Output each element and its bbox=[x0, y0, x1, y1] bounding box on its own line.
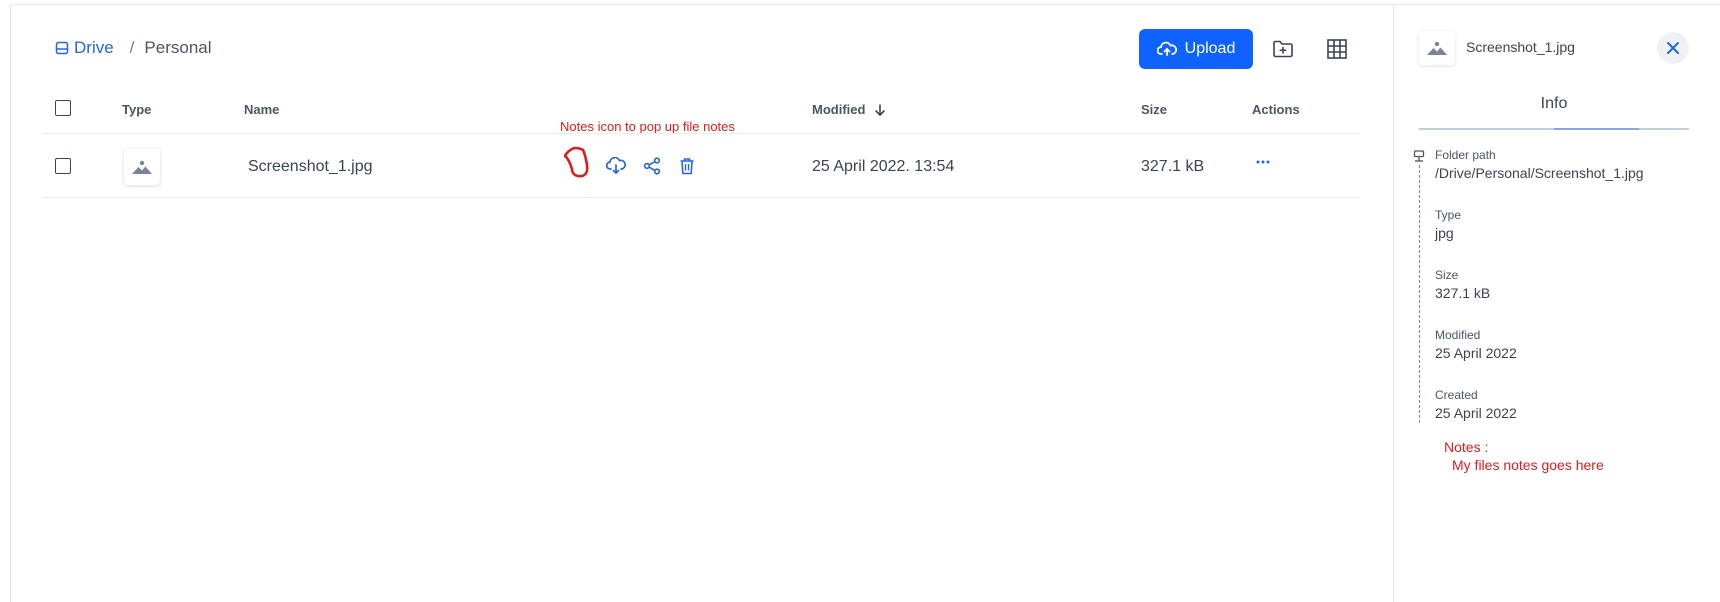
upload-button[interactable]: Upload bbox=[1139, 29, 1253, 69]
type-value: jpg bbox=[1435, 225, 1454, 241]
sort-down-arrow-icon bbox=[875, 103, 886, 116]
header-size: Size bbox=[1141, 102, 1168, 117]
breadcrumb-current: Personal bbox=[144, 38, 212, 57]
cloud-upload-icon bbox=[1156, 41, 1177, 56]
drive-icon bbox=[55, 41, 69, 55]
download-button[interactable] bbox=[604, 154, 628, 178]
modified-value: 25 April 2022 bbox=[1435, 345, 1517, 361]
annotation-circle-icon bbox=[563, 146, 589, 178]
pin-icon bbox=[1413, 150, 1425, 162]
table-row[interactable]: Screenshot_1.jpg 25 April 2022. 13:54 32… bbox=[42, 133, 1360, 198]
info-size: Size 327.1 kB bbox=[1435, 268, 1490, 301]
breadcrumb-drive-label: Drive bbox=[74, 38, 114, 57]
tab-info[interactable]: Info bbox=[1419, 95, 1689, 113]
share-icon bbox=[643, 157, 661, 175]
new-folder-button[interactable] bbox=[1270, 36, 1296, 62]
size-value: 327.1 kB bbox=[1435, 285, 1491, 301]
header-type: Type bbox=[122, 102, 152, 117]
left-divider bbox=[10, 4, 11, 602]
panel-file-name: Screenshot_1.jpg bbox=[1466, 39, 1575, 55]
header-modified[interactable]: Modified bbox=[812, 102, 887, 117]
trash-icon bbox=[680, 158, 694, 175]
row-checkbox[interactable] bbox=[55, 158, 71, 174]
grid-view-icon bbox=[1327, 39, 1347, 59]
info-type: Type jpg bbox=[1435, 208, 1461, 241]
header-name[interactable]: Name bbox=[244, 102, 279, 117]
type-label: Type bbox=[1435, 208, 1462, 222]
created-value: 25 April 2022 bbox=[1435, 405, 1517, 421]
header-actions: Actions bbox=[1252, 102, 1300, 117]
notes-label: Notes : bbox=[1444, 439, 1489, 455]
folder-path-value: /Drive/Personal/Screenshot_1.jpg bbox=[1435, 165, 1644, 181]
more-horizontal-icon bbox=[1256, 160, 1270, 164]
image-icon bbox=[1427, 41, 1447, 55]
delete-button[interactable] bbox=[675, 154, 699, 178]
breadcrumb-drive-link[interactable]: Drive bbox=[55, 38, 114, 58]
panel-divider bbox=[1393, 4, 1394, 602]
close-icon bbox=[1667, 42, 1679, 54]
file-size: 327.1 kB bbox=[1141, 158, 1205, 175]
more-actions-button[interactable] bbox=[1251, 150, 1275, 174]
modified-label: Modified bbox=[1435, 328, 1481, 342]
header-modified-label: Modified bbox=[812, 102, 866, 117]
cloud-download-icon bbox=[606, 157, 626, 174]
share-button[interactable] bbox=[640, 154, 664, 178]
file-manager: Drive / Personal Upload Type Name Modifi… bbox=[0, 0, 1720, 602]
file-modified: 25 April 2022. 13:54 bbox=[812, 158, 955, 175]
file-name[interactable]: Screenshot_1.jpg bbox=[248, 158, 373, 176]
top-divider bbox=[10, 4, 1720, 5]
upload-button-label: Upload bbox=[1184, 40, 1236, 57]
tab-info-underline bbox=[1419, 128, 1689, 130]
created-label: Created bbox=[1435, 388, 1478, 402]
panel-file-thumbnail bbox=[1419, 31, 1455, 65]
info-timeline bbox=[1419, 165, 1420, 423]
info-folder-path: Folder path /Drive/Personal/Screenshot_1… bbox=[1435, 148, 1644, 181]
breadcrumb: Drive / Personal bbox=[55, 38, 212, 58]
image-icon bbox=[132, 160, 152, 174]
notes-annotation-text: Notes icon to pop up file notes bbox=[560, 119, 735, 134]
info-modified: Modified 25 April 2022 bbox=[1435, 328, 1517, 361]
folder-plus-icon bbox=[1273, 40, 1293, 58]
breadcrumb-separator: / bbox=[129, 38, 135, 57]
notes-value: My files notes goes here bbox=[1452, 457, 1604, 473]
info-created: Created 25 April 2022 bbox=[1435, 388, 1517, 421]
file-type-thumbnail bbox=[124, 149, 160, 185]
close-panel-button[interactable] bbox=[1657, 32, 1689, 64]
size-label: Size bbox=[1435, 268, 1459, 282]
select-all-checkbox[interactable] bbox=[55, 100, 71, 116]
grid-view-button[interactable] bbox=[1324, 36, 1350, 62]
folder-path-label: Folder path bbox=[1435, 148, 1496, 162]
